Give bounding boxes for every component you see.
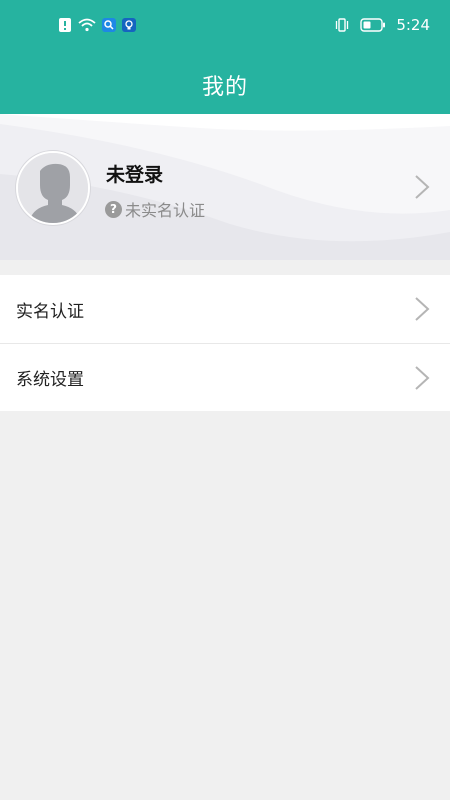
menu-item-label: 实名认证 — [16, 301, 84, 322]
profile-card[interactable]: 未登录 ? 未实名认证 — [0, 114, 450, 260]
status-left-icons — [58, 18, 136, 32]
question-icon: ? — [105, 200, 122, 218]
alert-icon — [58, 18, 72, 32]
verify-status-text: 未实名认证 — [125, 201, 206, 220]
battery-icon — [360, 18, 386, 32]
bulb-app-icon — [122, 18, 136, 32]
vibrate-icon — [334, 18, 350, 32]
status-right: 5:24 — [334, 16, 430, 34]
chevron-right-icon — [415, 297, 430, 321]
chevron-right-icon — [415, 175, 430, 199]
search-app-icon — [102, 18, 116, 32]
menu-item-realname-verification[interactable]: 实名认证 — [0, 275, 450, 343]
page-title: 我的 — [201, 75, 248, 100]
menu-item-system-settings[interactable]: 系统设置 — [0, 343, 450, 411]
avatar[interactable] — [16, 151, 90, 225]
status-bar: 5:24 — [0, 0, 450, 56]
status-time: 5:24 — [396, 16, 430, 34]
menu-item-label: 系统设置 — [16, 370, 84, 390]
verify-status: ? 未实名认证 — [105, 197, 205, 221]
app-header: 我的 — [0, 56, 450, 114]
wifi-icon — [78, 18, 96, 32]
chevron-right-icon — [415, 366, 430, 390]
menu-list: 实名认证 系统设置 — [0, 275, 450, 411]
username: 未登录 — [106, 164, 164, 186]
